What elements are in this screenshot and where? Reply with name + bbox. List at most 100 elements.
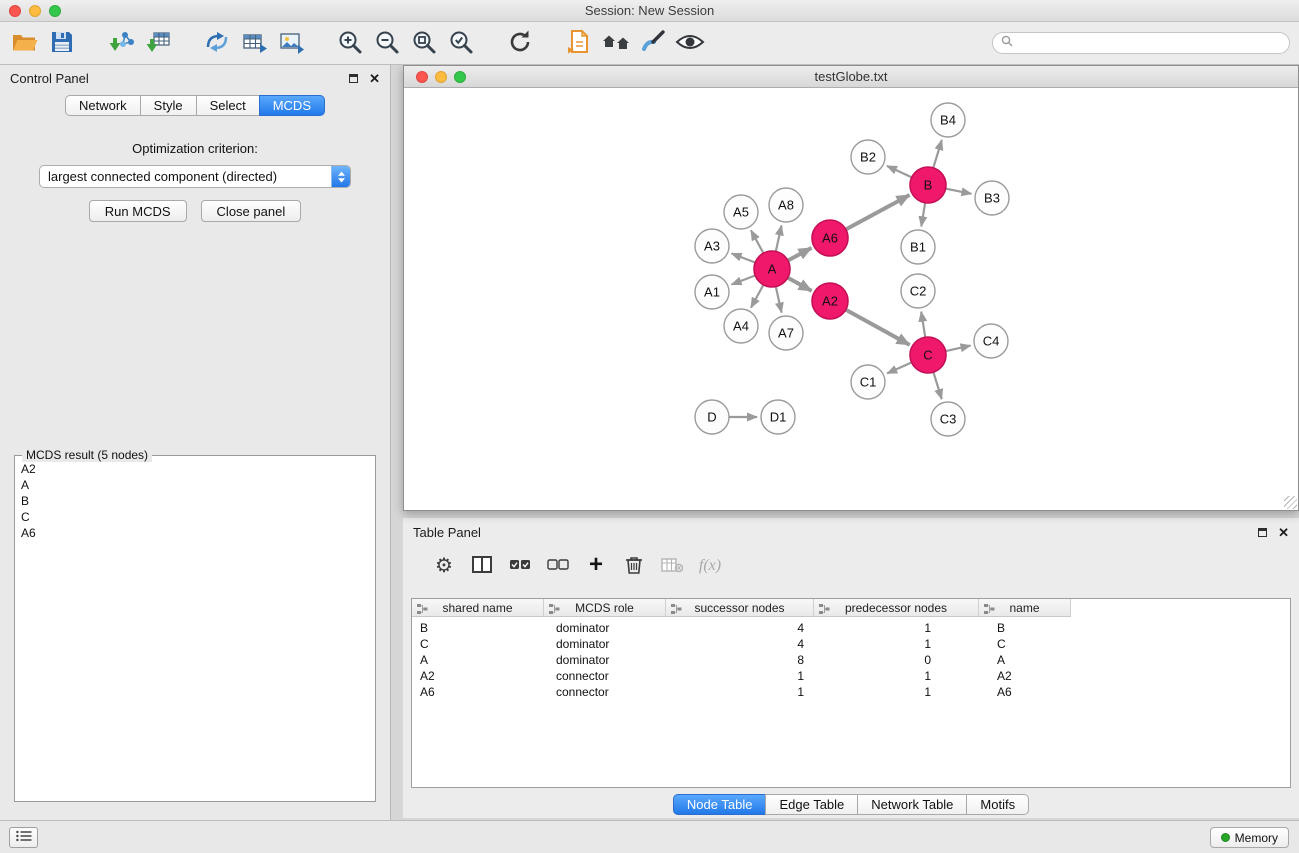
network-edge[interactable] [732, 275, 757, 284]
close-window-button[interactable] [9, 5, 21, 17]
column-header-predecessor-nodes[interactable]: predecessor nodes [814, 599, 979, 617]
result-item[interactable]: A6 [21, 525, 369, 541]
column-header-name[interactable]: name [979, 599, 1071, 617]
open-session-button[interactable] [6, 25, 43, 62]
table-row[interactable]: Bdominator41B [412, 620, 1290, 636]
network-edge[interactable] [787, 248, 812, 261]
network-node-A2[interactable]: A2 [812, 283, 848, 319]
result-item[interactable]: C [21, 509, 369, 525]
network-edge[interactable] [921, 312, 925, 339]
network-node-C4[interactable]: C4 [974, 324, 1008, 358]
network-edge[interactable] [887, 166, 913, 178]
network-edge[interactable] [845, 195, 910, 230]
open-document-button[interactable] [560, 25, 597, 62]
show-columns-button[interactable] [463, 550, 501, 582]
window-resize-handle[interactable] [1284, 496, 1297, 509]
zoom-in-button[interactable] [331, 25, 368, 62]
network-edge[interactable] [933, 371, 942, 399]
network-edge[interactable] [751, 284, 764, 308]
network-node-A[interactable]: A [754, 251, 790, 287]
show-graphics-details-button[interactable] [671, 25, 708, 62]
close-network-button[interactable] [416, 71, 428, 83]
network-node-A5[interactable]: A5 [724, 195, 758, 229]
network-window-titlebar[interactable]: testGlobe.txt [404, 66, 1298, 88]
network-edge[interactable] [787, 277, 812, 291]
column-header-successor-nodes[interactable]: successor nodes [666, 599, 814, 617]
zoom-fit-button[interactable] [405, 25, 442, 62]
table-row[interactable]: A6connector11A6 [412, 684, 1290, 700]
network-node-C3[interactable]: C3 [931, 402, 965, 436]
network-node-C1[interactable]: C1 [851, 365, 885, 399]
memory-button[interactable]: Memory [1210, 827, 1289, 848]
network-node-C2[interactable]: C2 [901, 274, 935, 308]
tab-style[interactable]: Style [140, 95, 197, 116]
minimize-network-button[interactable] [435, 71, 447, 83]
tab-mcds[interactable]: MCDS [259, 95, 325, 116]
select-all-button[interactable] [501, 550, 539, 582]
delete-column-button[interactable] [615, 550, 653, 582]
minimize-window-button[interactable] [29, 5, 41, 17]
float-table-panel-icon[interactable] [1258, 528, 1267, 537]
import-network-button[interactable] [102, 25, 139, 62]
tab-edge-table[interactable]: Edge Table [765, 794, 858, 815]
network-view[interactable]: B4B2BB3A5A8A6A3B1AA1C2A2A4A7C4CC1C3DD1 [404, 88, 1298, 510]
network-edge[interactable] [776, 286, 782, 313]
tab-network[interactable]: Network [65, 95, 141, 116]
task-history-button[interactable] [9, 827, 38, 848]
table-settings-button[interactable]: ⚙ [425, 550, 463, 582]
network-node-D1[interactable]: D1 [761, 400, 795, 434]
run-mcds-button[interactable]: Run MCDS [89, 200, 187, 222]
export-network-button[interactable] [198, 25, 235, 62]
network-node-B1[interactable]: B1 [901, 230, 935, 264]
add-column-button[interactable]: + [577, 550, 615, 582]
tab-select[interactable]: Select [196, 95, 260, 116]
table-row[interactable]: A2connector11A2 [412, 668, 1290, 684]
network-edge[interactable] [945, 346, 971, 352]
result-item[interactable]: B [21, 493, 369, 509]
network-node-A6[interactable]: A6 [812, 220, 848, 256]
close-panel-icon[interactable]: ✕ [369, 72, 380, 85]
network-node-A7[interactable]: A7 [769, 316, 803, 350]
tab-node-table[interactable]: Node Table [673, 794, 767, 815]
zoom-selected-button[interactable] [442, 25, 479, 62]
network-node-A3[interactable]: A3 [695, 229, 729, 263]
search-input[interactable] [1018, 36, 1281, 50]
column-header-shared-name[interactable]: shared name [412, 599, 544, 617]
network-edge[interactable] [887, 362, 912, 373]
result-item[interactable]: A2 [21, 461, 369, 477]
apply-layout-button[interactable] [501, 25, 538, 62]
export-table-button[interactable] [235, 25, 272, 62]
style-brush-button[interactable] [634, 25, 671, 62]
close-panel-button[interactable]: Close panel [201, 200, 302, 222]
network-edge[interactable] [945, 188, 972, 193]
zoom-window-button[interactable] [49, 5, 61, 17]
network-node-B3[interactable]: B3 [975, 181, 1009, 215]
save-session-button[interactable] [43, 25, 80, 62]
network-node-B4[interactable]: B4 [931, 103, 965, 137]
network-edge[interactable] [751, 230, 764, 254]
table-row[interactable]: Adominator80A [412, 652, 1290, 668]
export-image-button[interactable] [272, 25, 309, 62]
tab-network-table[interactable]: Network Table [857, 794, 967, 815]
import-table-button[interactable] [139, 25, 176, 62]
search-box[interactable] [992, 32, 1290, 54]
network-edge[interactable] [933, 140, 942, 169]
close-table-panel-icon[interactable]: ✕ [1278, 526, 1289, 539]
criterion-dropdown[interactable]: largest connected component (directed) [39, 165, 351, 188]
delete-table-button[interactable] [653, 550, 691, 582]
column-header-mcds-role[interactable]: MCDS role [544, 599, 666, 617]
network-node-C[interactable]: C [910, 337, 946, 373]
network-node-D[interactable]: D [695, 400, 729, 434]
home-button[interactable] [597, 25, 634, 62]
network-node-A4[interactable]: A4 [724, 309, 758, 343]
zoom-out-button[interactable] [368, 25, 405, 62]
network-edge[interactable] [776, 226, 782, 253]
result-item[interactable]: A [21, 477, 369, 493]
network-node-A1[interactable]: A1 [695, 275, 729, 309]
zoom-network-button[interactable] [454, 71, 466, 83]
network-edge[interactable] [921, 202, 925, 227]
network-node-A8[interactable]: A8 [769, 188, 803, 222]
network-canvas[interactable]: B4B2BB3A5A8A6A3B1AA1C2A2A4A7C4CC1C3DD1 [404, 88, 1298, 510]
table-row[interactable]: Cdominator41C [412, 636, 1290, 652]
function-builder-button[interactable]: f(x) [691, 550, 729, 582]
